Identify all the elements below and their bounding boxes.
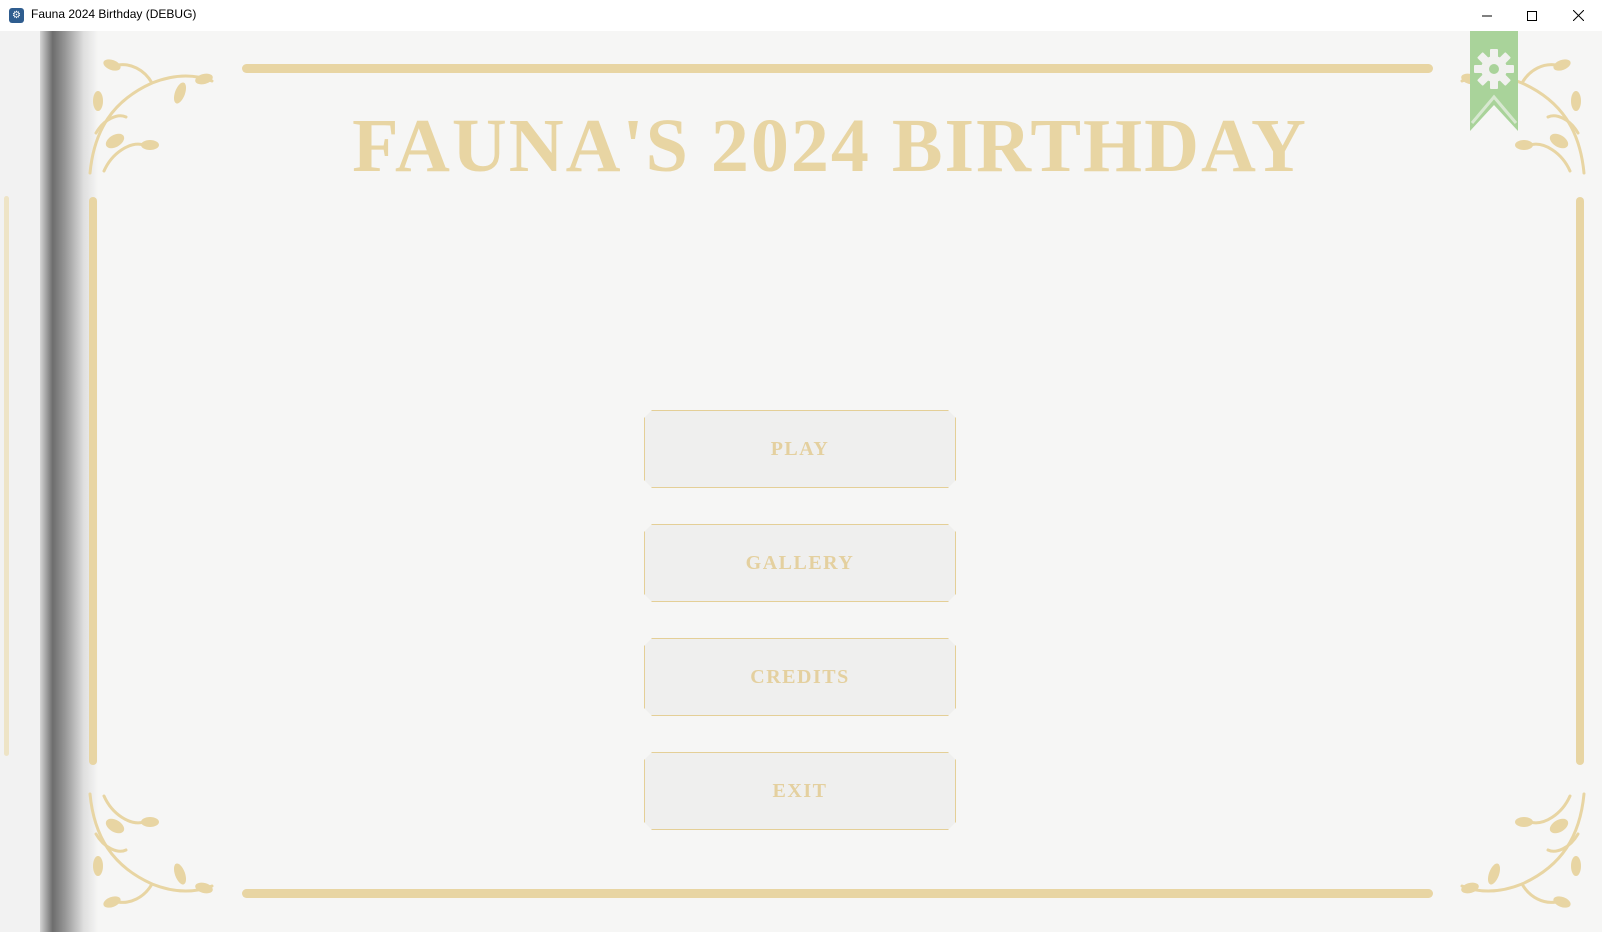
frame-top-border [242,64,1433,73]
window-title: Fauna 2024 Birthday (DEBUG) [31,7,197,21]
frame-bottom-border [242,889,1433,898]
play-button[interactable]: PLAY [644,410,956,488]
close-button[interactable] [1555,0,1601,31]
maximize-button[interactable] [1509,0,1555,31]
frame-right-border [1576,197,1584,765]
credits-button[interactable]: CREDITS [644,638,956,716]
exit-button[interactable]: EXIT [644,752,956,830]
settings-bookmark-button[interactable] [1470,31,1518,131]
window-titlebar: ⚙ Fauna 2024 Birthday (DEBUG) [0,0,1602,31]
gallery-button[interactable]: GALLERY [644,524,956,602]
minimize-icon [1482,15,1492,16]
vine-corner-bottom-left [82,786,222,926]
frame-left-border [89,197,97,765]
gear-icon [1470,31,1518,131]
game-title: FAUNA'S 2024 BIRTHDAY [352,104,1308,188]
minimize-button[interactable] [1464,0,1510,31]
gallery-button-label: GALLERY [745,551,855,574]
play-button-label: PLAY [770,437,830,460]
page-edge-line [4,196,9,756]
vine-corner-bottom-right [1452,786,1592,926]
maximize-icon [1527,10,1537,21]
exit-button-label: EXIT [772,779,828,802]
close-icon [1572,10,1584,21]
credits-button-label: CREDITS [750,665,850,688]
app-icon: ⚙ [9,8,24,23]
game-screen: FAUNA'S 2024 BIRTHDAY PLAY GALLERY CREDI… [0,31,1602,932]
